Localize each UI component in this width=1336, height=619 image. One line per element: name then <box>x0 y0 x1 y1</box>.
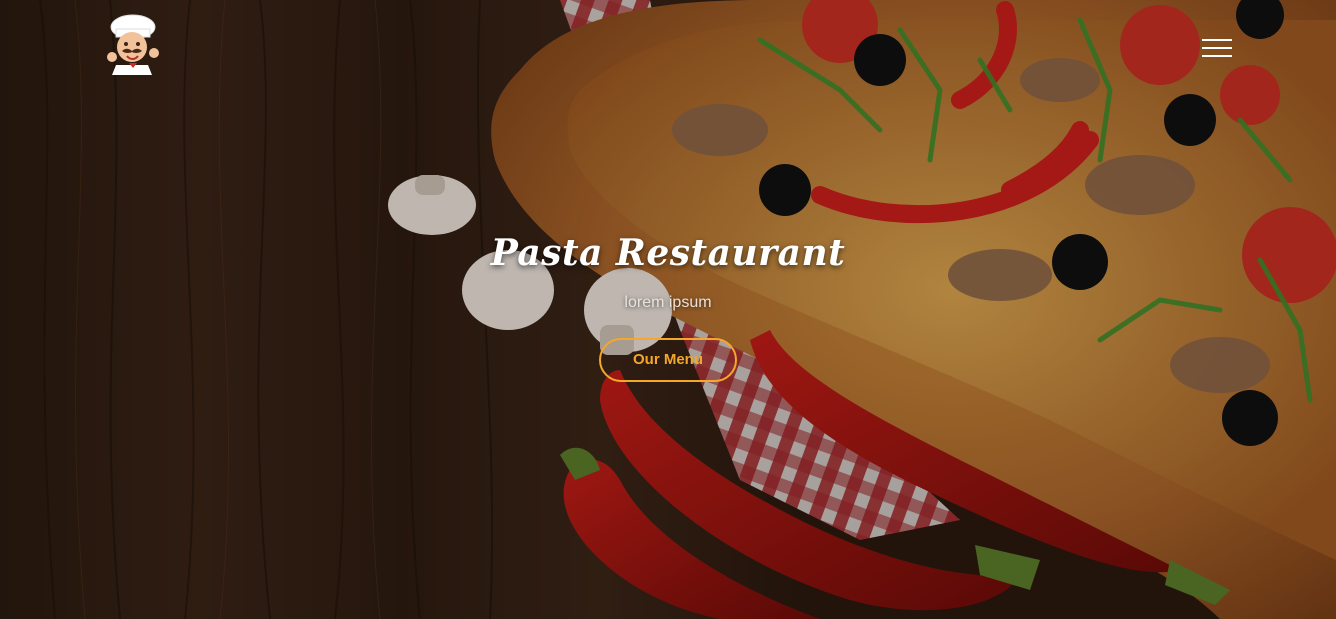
hero-content: Pasta Restaurant lorem ipsum Our Menu <box>418 232 918 382</box>
chef-mascot-icon[interactable] <box>104 13 162 77</box>
hero-title: Pasta Restaurant <box>490 232 846 274</box>
hero-section: Pasta Restaurant lorem ipsum Our Menu <box>0 0 1336 619</box>
hero-subtitle: lorem ipsum <box>624 294 712 311</box>
hamburger-menu-icon[interactable] <box>1200 35 1234 61</box>
our-menu-button[interactable]: Our Menu <box>599 338 737 382</box>
hamburger-line <box>1202 55 1232 57</box>
hamburger-line <box>1202 47 1232 49</box>
hamburger-line <box>1202 39 1232 41</box>
